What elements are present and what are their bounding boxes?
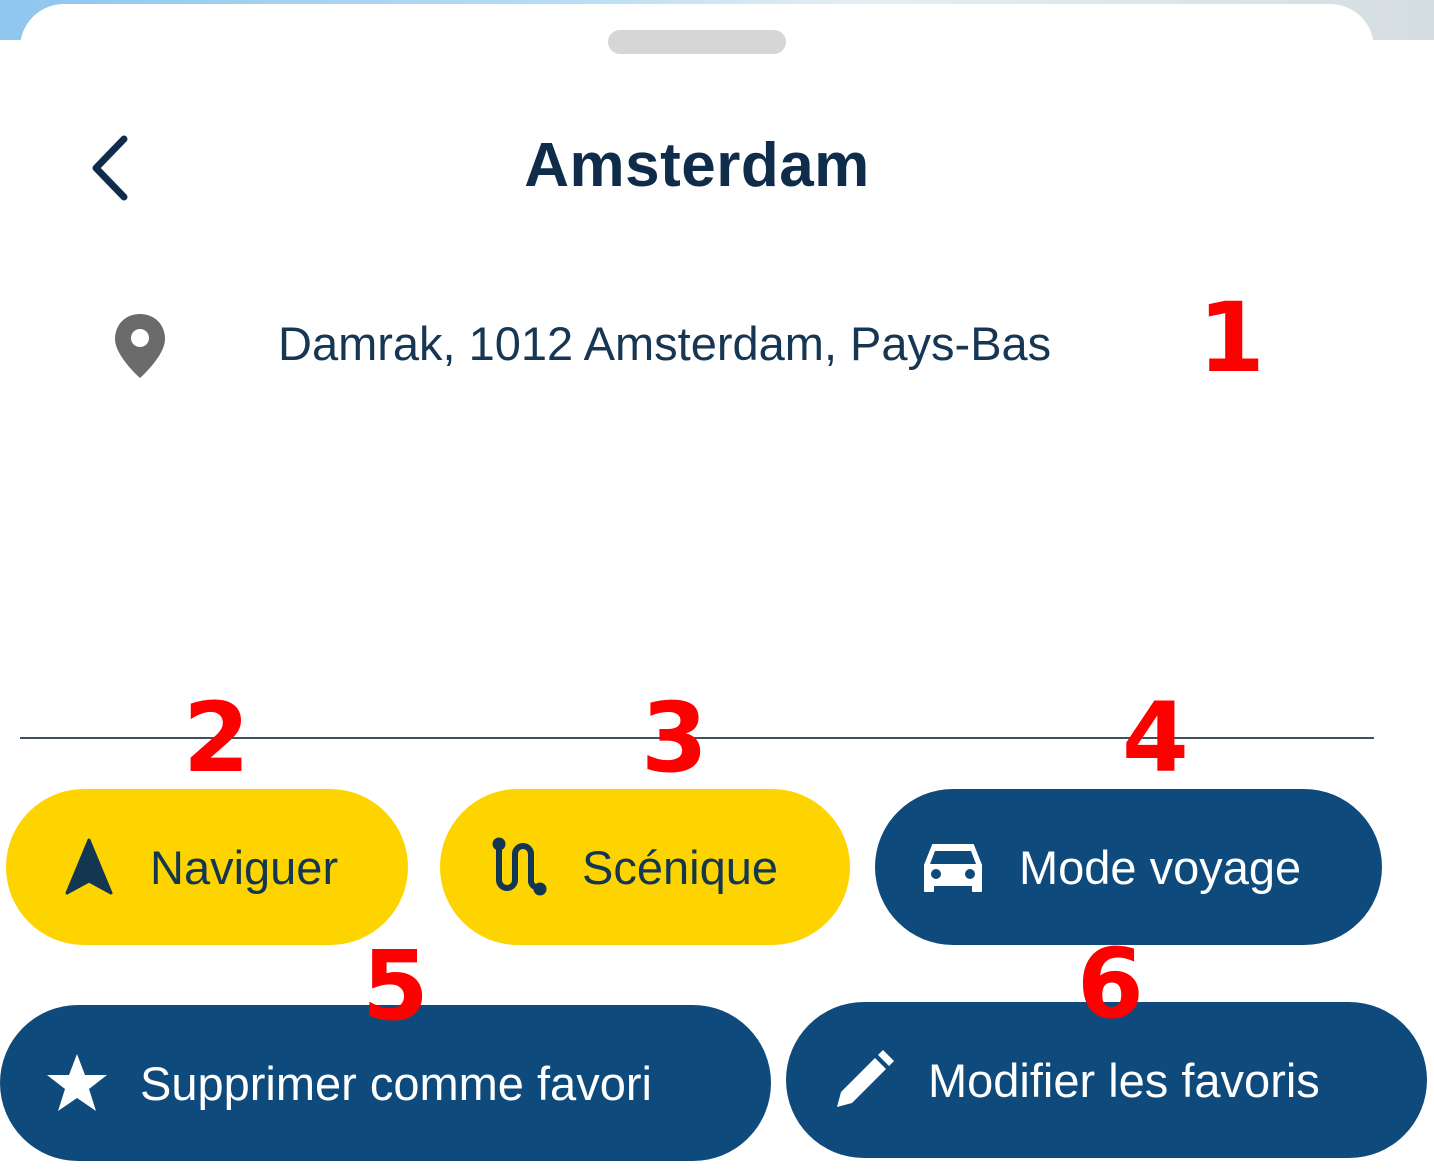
annotation-marker-2: 2 — [183, 682, 250, 794]
annotation-marker-4: 4 — [1122, 682, 1189, 794]
annotation-marker-5: 5 — [362, 930, 429, 1042]
star-icon — [42, 1052, 112, 1114]
scenic-route-icon — [484, 836, 556, 898]
remove-favorite-label: Supprimer comme favori — [140, 1056, 652, 1110]
scenic-label: Scénique — [582, 840, 778, 894]
trip-mode-label: Mode voyage — [1019, 840, 1302, 894]
edit-favorites-label: Modifier les favoris — [928, 1053, 1320, 1107]
location-address: Damrak, 1012 Amsterdam, Pays-Bas — [278, 317, 1052, 370]
annotation-marker-6: 6 — [1077, 928, 1144, 1040]
navigate-label: Naviguer — [150, 840, 339, 894]
annotation-marker-1: 1 — [1198, 282, 1265, 394]
navigate-button[interactable]: Naviguer — [6, 789, 408, 945]
trip-mode-button[interactable]: Mode voyage — [875, 789, 1382, 945]
map-pin-icon — [115, 314, 165, 378]
scenic-button[interactable]: Scénique — [440, 789, 850, 945]
page-title: Amsterdam — [524, 131, 870, 200]
sheet-drag-handle[interactable] — [608, 30, 786, 54]
car-icon — [917, 839, 989, 895]
navigation-arrow-icon — [56, 838, 122, 896]
pencil-icon — [830, 1049, 898, 1111]
annotation-marker-3: 3 — [641, 682, 708, 794]
